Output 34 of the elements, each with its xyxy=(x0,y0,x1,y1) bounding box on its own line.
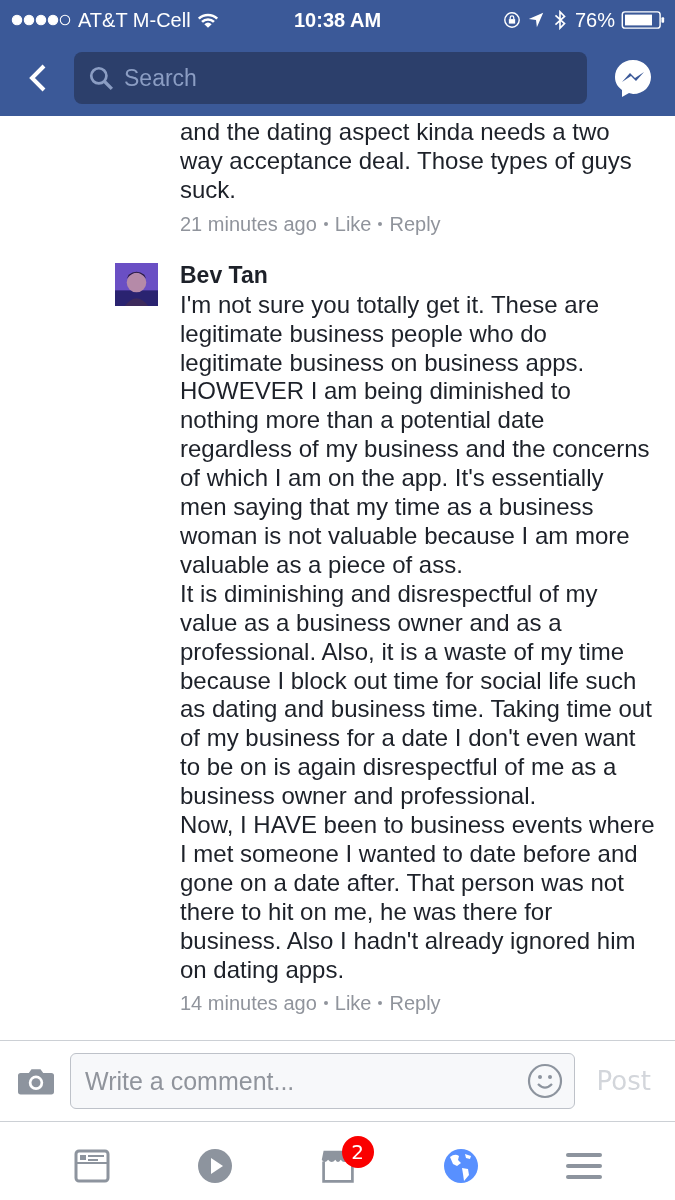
battery-icon xyxy=(621,11,665,29)
rotation-lock-icon xyxy=(503,10,521,30)
play-icon xyxy=(196,1148,233,1184)
comment-time: 14 minutes ago xyxy=(180,991,317,1017)
comment-action-link[interactable]: Reply xyxy=(389,210,441,237)
signal-icon xyxy=(10,14,72,26)
carrier-name: AT&T M-Cell xyxy=(78,8,191,32)
separator-dot xyxy=(378,1001,383,1006)
comment-action-link[interactable]: Like xyxy=(334,990,372,1017)
messenger-icon[interactable] xyxy=(613,58,653,98)
notification-badge: 2 xyxy=(341,1136,374,1168)
comment-field[interactable]: Write a comment... xyxy=(70,1053,575,1109)
comment-text: Now, I HAVE been to business events where I met someone I wanted to date before and gone on a date after. That person was not there to hit on me, he was there for business. Also I hadn't already ignored him on dating apps. xyxy=(180,811,655,985)
news-feed-icon xyxy=(73,1148,110,1184)
search-icon xyxy=(88,65,114,91)
search-field[interactable]: Search xyxy=(74,52,587,104)
battery-percent: 76% xyxy=(575,8,615,32)
comment-action-link[interactable]: Like xyxy=(334,210,372,237)
smiley-icon[interactable] xyxy=(526,1063,563,1099)
tab-button[interactable]: 2 xyxy=(297,1134,378,1188)
camera-icon[interactable] xyxy=(18,1067,54,1095)
separator-dot xyxy=(323,221,328,226)
wifi-icon xyxy=(196,11,219,29)
separator-dot xyxy=(323,1001,328,1006)
comment-action-link[interactable]: Reply xyxy=(389,990,441,1017)
comment-text: It is diminishing and disrespectful of my value as a business owner and as a professional. Also, it is a waste of my time because I block out time for social life such as dating and business time. Taking time out of my business for a date I don't even want to be on is again disrespectful of me as a business owner and professional. xyxy=(180,579,653,812)
comment-text: I'm not sure you totally get it. These are legitimate business people who do legitimate business on business apps. HOWEVER I am being diminished to nothing more than a potential date regardless of my business and the concerns of which I am on the app. It's essentially men saying that my time as a business woman is not valuable because I am more valuable as a piece of ass. xyxy=(180,290,651,580)
back-icon[interactable] xyxy=(28,63,48,93)
globe-icon xyxy=(442,1148,479,1184)
comment-text: and the dating aspect kinda needs a two way acceptance deal. Those types of guys suck. xyxy=(180,118,633,205)
comment-time: 21 minutes ago xyxy=(180,211,317,237)
status-time: 10:38 AM xyxy=(293,8,382,32)
separator-dot xyxy=(378,221,383,226)
author-name[interactable]: Bev Tan xyxy=(180,258,655,291)
